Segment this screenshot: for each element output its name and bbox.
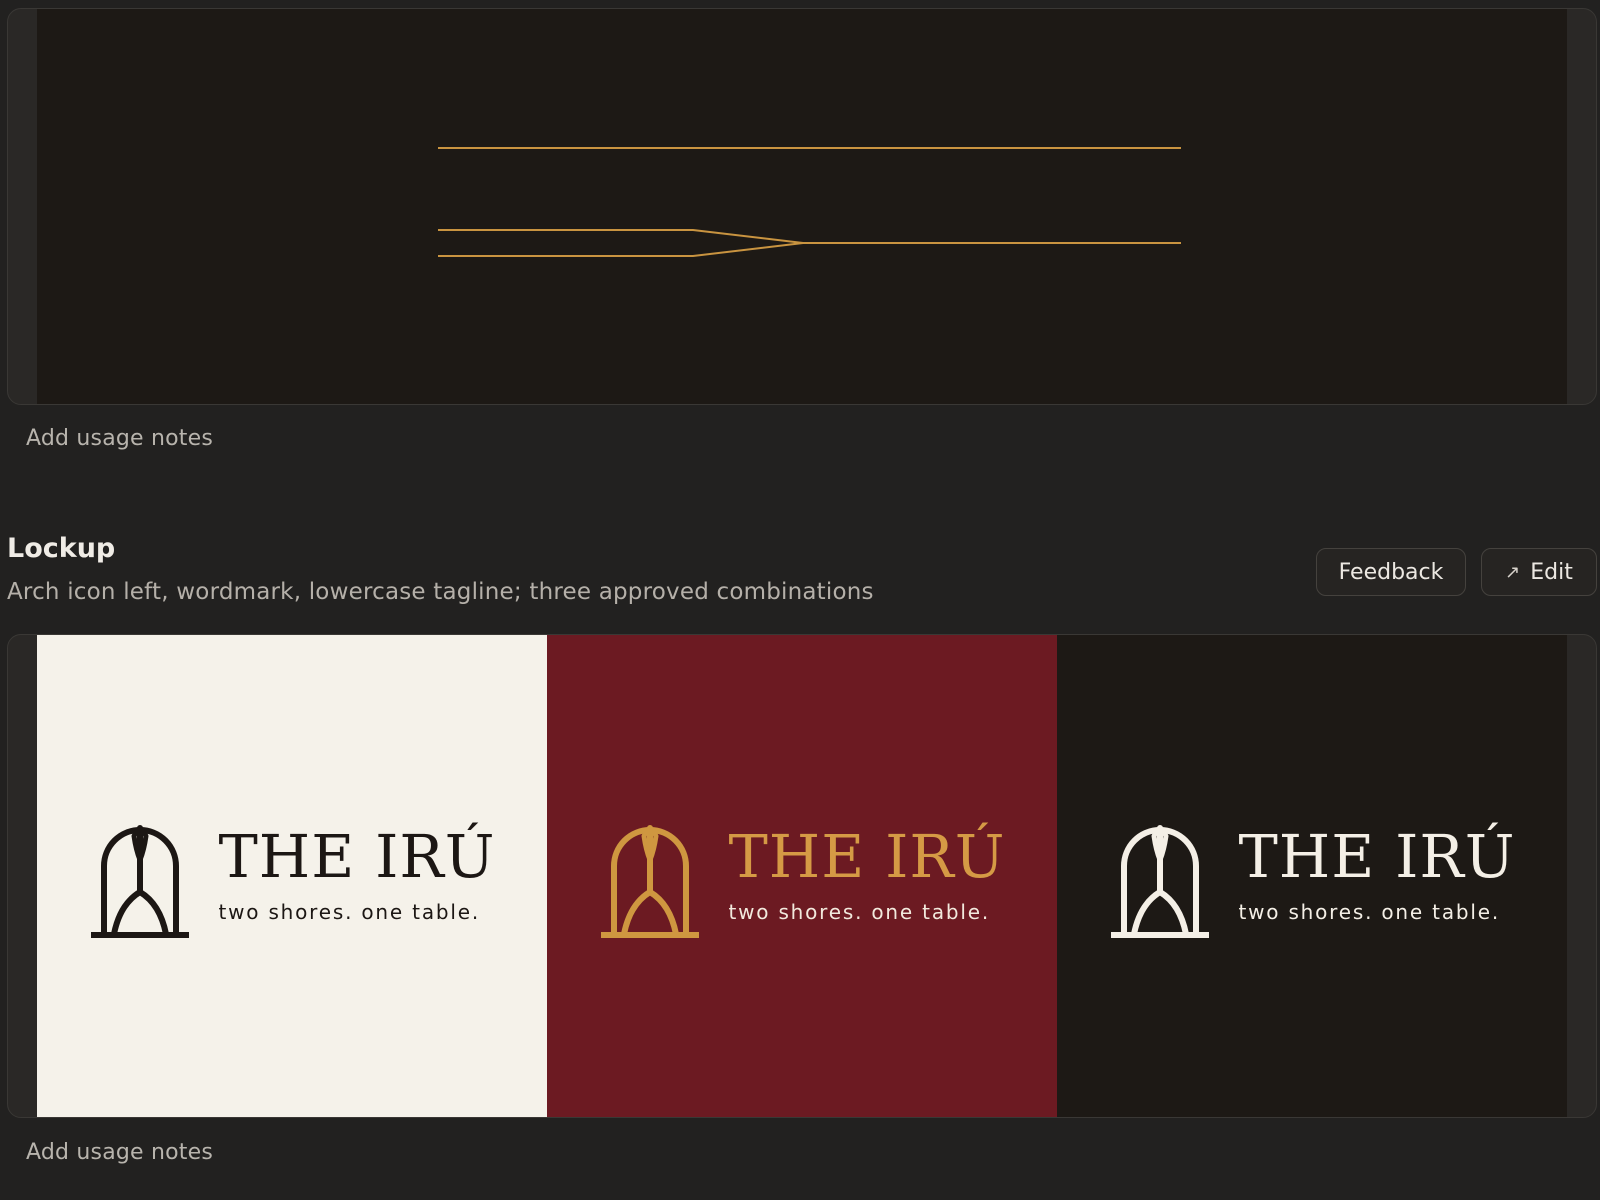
wordmark: THE IRÚ: [218, 822, 496, 891]
wordmark: THE IRÚ: [728, 822, 1006, 891]
lockup: THE IRÚ two shores. one table.: [1108, 820, 1515, 940]
section-title: Lockup: [7, 533, 116, 564]
add-usage-notes-top[interactable]: Add usage notes: [26, 426, 213, 451]
feedback-label: Feedback: [1338, 559, 1444, 585]
lockup: THE IRÚ two shores. one table.: [598, 820, 1005, 940]
wordmark-group: THE IRÚ two shores. one table.: [218, 827, 495, 940]
arrow-up-right-icon: ↗: [1505, 561, 1521, 583]
lockup-panels: THE IRÚ two shores. one table. THE IRÚ two…: [37, 635, 1567, 1117]
section-description: Arch icon left, wordmark, lowercase tagl…: [7, 579, 874, 605]
gold-line-merge-lower: [438, 242, 804, 257]
feedback-button[interactable]: Feedback: [1316, 548, 1466, 596]
arch-icon: [1111, 825, 1210, 938]
lockup-panel-burgundy: THE IRÚ two shores. one table.: [547, 635, 1057, 1117]
gold-lines-graphic: [438, 147, 1181, 257]
edit-button[interactable]: ↗ Edit: [1481, 548, 1597, 596]
gold-line-merge: [438, 229, 1181, 244]
wordmark-group: THE IRÚ two shores. one table.: [728, 827, 1005, 940]
tagline: two shores. one table.: [728, 900, 990, 924]
pattern-canvas: [37, 9, 1567, 404]
wordmark-group: THE IRÚ two shores. one table.: [1238, 827, 1515, 940]
lockup-panel-dark: THE IRÚ two shores. one table.: [1057, 635, 1567, 1117]
tagline: two shores. one table.: [218, 900, 480, 924]
lockup-panel-light: THE IRÚ two shores. one table.: [37, 635, 547, 1117]
lockup-preview-card: THE IRÚ two shores. one table. THE IRÚ two…: [7, 634, 1597, 1118]
add-usage-notes-lockup[interactable]: Add usage notes: [26, 1140, 213, 1165]
tagline: two shores. one table.: [1238, 900, 1500, 924]
lockup: THE IRÚ two shores. one table.: [88, 820, 495, 940]
arch-icon: [601, 825, 700, 938]
wordmark: THE IRÚ: [1238, 822, 1516, 891]
arch-icon: [91, 825, 190, 938]
pattern-preview-card: [7, 8, 1597, 405]
edit-label: Edit: [1530, 559, 1573, 585]
